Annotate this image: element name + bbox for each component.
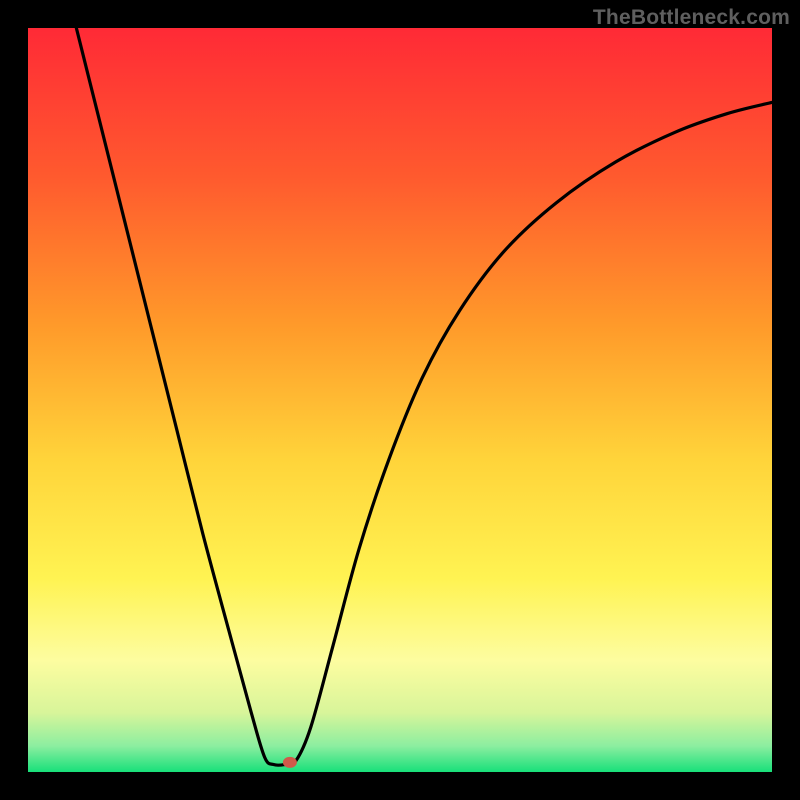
plot-area xyxy=(28,28,772,772)
chart-frame: TheBottleneck.com xyxy=(0,0,800,800)
watermark-text: TheBottleneck.com xyxy=(593,6,790,30)
bottleneck-chart xyxy=(28,28,772,772)
optimal-marker xyxy=(283,757,297,768)
